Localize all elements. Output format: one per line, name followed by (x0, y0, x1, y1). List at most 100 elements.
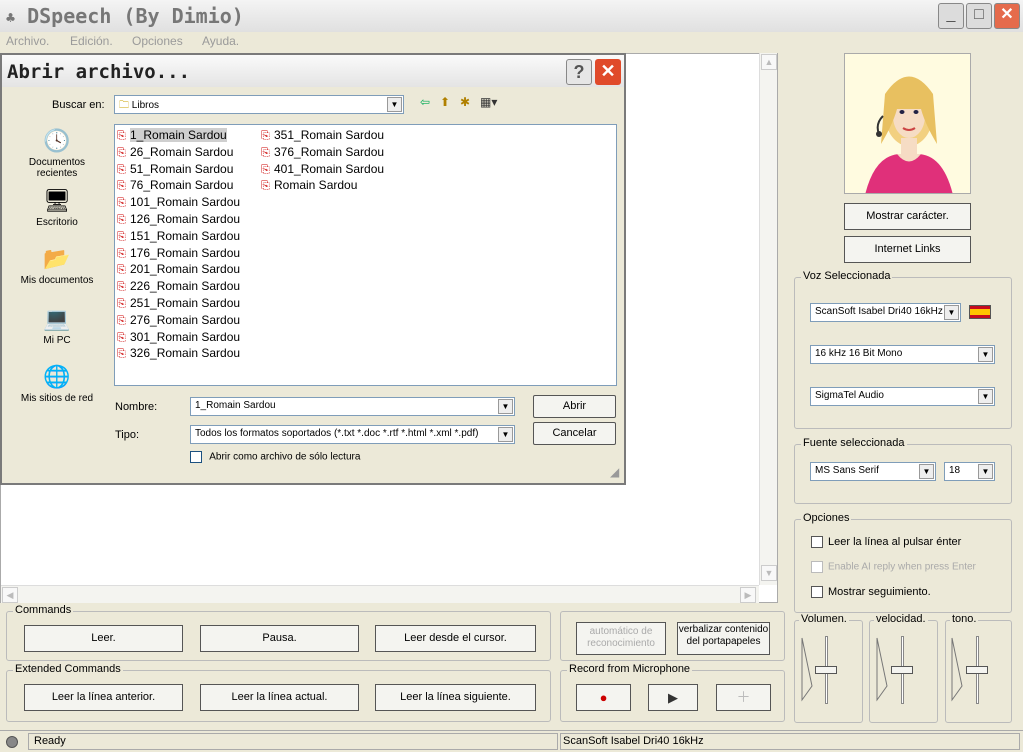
audio-device-select[interactable]: SigmaTel Audio ▼ (810, 387, 995, 406)
file-name: 76_Romain Sardou (130, 178, 234, 193)
character-image (865, 76, 953, 193)
chevron-down-icon: ▼ (387, 97, 402, 112)
file-item[interactable]: ⎘ 251_Romain Sardou (117, 295, 240, 312)
file-list[interactable]: ⎘ 1_Romain Sardou ⎘ 26_Romain Sardou ⎘ 51_Rom… (114, 124, 617, 386)
scroll-up-icon[interactable]: ▲ (761, 54, 777, 70)
dialog-help-button[interactable]: ? (566, 59, 592, 85)
file-name: 151_Romain Sardou (130, 228, 241, 243)
scroll-down-icon[interactable]: ▼ (761, 565, 777, 581)
file-item[interactable]: ⎘ Romain Sardou (261, 177, 357, 194)
extended-commands-group-title: Extended Commands (13, 663, 123, 675)
status-led-icon (6, 736, 18, 748)
option-read-line[interactable]: Leer la línea al pulsar énter (811, 536, 961, 549)
internet-links-button[interactable]: Internet Links (844, 236, 971, 263)
tone-slider-thumb[interactable] (966, 666, 988, 674)
file-item[interactable]: ⎘ 101_Romain Sardou (117, 194, 240, 211)
place-my-documents[interactable]: 📂 Mis documentos (8, 245, 106, 286)
file-type-select[interactable]: Todos los formatos soportados (*.txt *.d… (190, 425, 515, 444)
scroll-right-icon[interactable]: ▶ (740, 587, 756, 603)
record-group-title: Record from Microphone (567, 663, 693, 675)
speed-ramp (876, 637, 888, 702)
volume-label: Volumen. (799, 613, 849, 625)
read-line-checkbox[interactable] (811, 536, 823, 549)
plus-icon: ＋ (736, 689, 751, 705)
place-desktop[interactable]: 🖥 Escritorio (8, 187, 106, 228)
pdf-file-icon: ⎘ (117, 180, 126, 193)
menu-opciones[interactable]: Opciones (132, 34, 183, 48)
file-name: Romain Sardou (274, 178, 358, 193)
read-from-cursor-button[interactable]: Leer desde el cursor. (375, 625, 536, 652)
file-item[interactable]: ⎘ 176_Romain Sardou (117, 245, 240, 262)
vertical-scrollbar[interactable]: ▲ ▼ (759, 53, 777, 585)
back-icon[interactable]: ⇦ (420, 95, 430, 109)
file-name: 51_Romain Sardou (130, 161, 234, 176)
readonly-checkbox[interactable] (190, 451, 202, 463)
auto-recognition-button[interactable]: automático de reconocimiento (576, 622, 666, 655)
place-recent-documents[interactable]: 🕓 Documentos recientes (8, 127, 106, 179)
dialog-close-button[interactable]: ✕ (595, 59, 621, 85)
menu-archivo[interactable]: Archivo. (6, 34, 49, 48)
new-folder-icon[interactable]: ✱ (460, 95, 470, 109)
pause-button[interactable]: Pausa. (200, 625, 359, 652)
open-button[interactable]: Abrir (533, 395, 616, 418)
file-name: 26_Romain Sardou (130, 144, 234, 159)
file-item[interactable]: ⎘ 376_Romain Sardou (261, 144, 384, 161)
record-button[interactable]: ● (576, 684, 631, 711)
read-previous-line-button[interactable]: Leer la línea anterior. (24, 684, 183, 711)
add-recording-button[interactable]: ＋ (716, 684, 771, 711)
file-name-input[interactable]: 1_Romain Sardou ▼ (190, 397, 515, 416)
place-my-computer[interactable]: 💻 Mi PC (8, 305, 106, 346)
menu-edicion[interactable]: Edición. (70, 34, 113, 48)
minimize-button[interactable]: _ (938, 3, 964, 29)
maximize-button[interactable]: □ (966, 3, 992, 29)
ai-reply-checkbox[interactable] (811, 561, 823, 573)
read-button[interactable]: Leer. (24, 625, 183, 652)
resize-grip-icon[interactable]: ◢ (610, 465, 619, 479)
file-item[interactable]: ⎘ 26_Romain Sardou (117, 144, 233, 161)
app-title: ♣ DSpeech (By Dimio) (6, 4, 244, 28)
desktop-icon: 🖥 (43, 188, 71, 213)
up-folder-icon[interactable]: ⬆ (440, 95, 450, 109)
audio-format-select[interactable]: 16 kHz 16 Bit Mono ▼ (810, 345, 995, 364)
option-ai-reply[interactable]: Enable AI reply when press Enter (811, 561, 976, 573)
file-item[interactable]: ⎘ 51_Romain Sardou (117, 161, 233, 178)
file-item[interactable]: ⎘ 226_Romain Sardou (117, 278, 240, 295)
file-name: 251_Romain Sardou (130, 296, 241, 310)
file-item[interactable]: ⎘ 276_Romain Sardou (117, 312, 240, 329)
close-button[interactable]: ✕ (994, 3, 1020, 29)
speed-slider-thumb[interactable] (891, 666, 913, 674)
file-item[interactable]: ⎘ 1_Romain Sardou (117, 127, 227, 144)
file-item[interactable]: ⎘ 301_Romain Sardou (117, 329, 240, 346)
file-item[interactable]: ⎘ 76_Romain Sardou (117, 177, 233, 194)
font-group-title: Fuente seleccionada (801, 437, 907, 449)
read-current-line-button[interactable]: Leer la línea actual. (200, 684, 359, 711)
readonly-checkbox-row[interactable]: Abrir como archivo de sólo lectura (190, 451, 360, 463)
read-next-line-button[interactable]: Leer la línea siguiente. (375, 684, 536, 711)
file-item[interactable]: ⎘ 326_Romain Sardou (117, 345, 240, 362)
show-tracking-checkbox[interactable] (811, 586, 823, 599)
tone-ramp (951, 637, 963, 702)
font-size-select[interactable]: 18 ▼ (944, 462, 995, 481)
play-button[interactable]: ▶ (648, 684, 698, 711)
view-menu-icon[interactable]: ▦▾ (480, 95, 497, 109)
look-in-select[interactable]: 🗀 Libros ▼ (114, 95, 404, 114)
tone-label: tono. (950, 613, 979, 625)
font-select[interactable]: MS Sans Serif ▼ (810, 462, 936, 481)
file-item[interactable]: ⎘ 351_Romain Sardou (261, 127, 384, 144)
show-character-button[interactable]: Mostrar carácter. (844, 203, 971, 230)
volume-slider-thumb[interactable] (815, 666, 837, 674)
horizontal-scrollbar[interactable]: ◀ ▶ (1, 585, 759, 603)
pdf-file-icon: ⎘ (117, 214, 126, 226)
menu-ayuda[interactable]: Ayuda. (202, 34, 239, 48)
option-show-tracking[interactable]: Mostrar seguimiento. (811, 586, 931, 599)
place-network[interactable]: 🌐 Mis sitios de red (8, 363, 106, 404)
cancel-button[interactable]: Cancelar (533, 422, 616, 445)
file-item[interactable]: ⎘ 401_Romain Sardou (261, 161, 384, 178)
file-item[interactable]: ⎘ 151_Romain Sardou (117, 228, 240, 245)
file-item[interactable]: ⎘ 126_Romain Sardou (117, 211, 240, 228)
verbalize-clipboard-button[interactable]: verbalizar contenido del portapapeles (677, 622, 770, 655)
file-item[interactable]: ⎘ 201_Romain Sardou (117, 261, 240, 278)
scroll-left-icon[interactable]: ◀ (2, 587, 18, 603)
chevron-down-icon: ▼ (978, 389, 993, 404)
voice-select[interactable]: ScanSoft Isabel Dri40 16kHz ▼ (810, 303, 961, 322)
